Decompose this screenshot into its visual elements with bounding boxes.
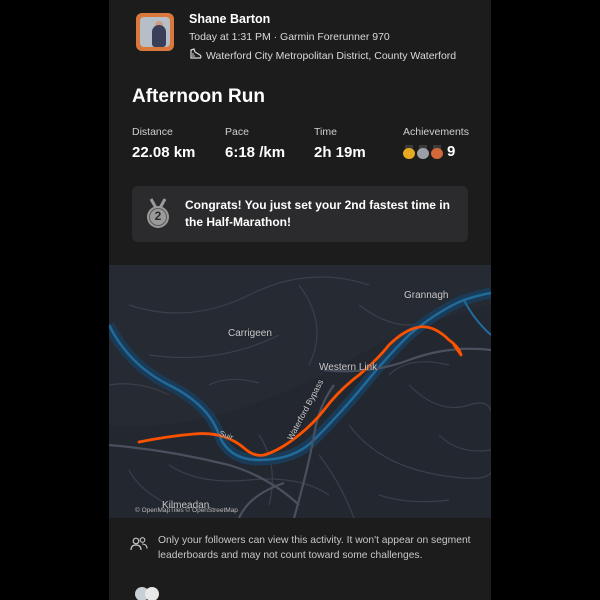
stat-label: Distance [132,126,173,138]
shoe-icon [189,48,202,63]
followers-icon [130,536,148,557]
map-label-carrigeen: Carrigeen [228,328,272,339]
activity-screen: Shane Barton Today at 1:31 PM · Garmin F… [109,0,491,600]
activity-title: Afternoon Run [132,86,265,107]
map-label-western-link: Western Link [319,362,378,373]
privacy-text: Only your followers can view this activi… [158,535,471,561]
activity-header: Shane Barton Today at 1:31 PM · Garmin F… [109,0,491,80]
athlete-name[interactable]: Shane Barton [189,12,270,26]
kudos-avatar-icon [145,587,159,600]
privacy-notice: Only your followers can view this activi… [109,518,491,582]
map-attribution[interactable]: © OpenMapTiles © OpenStreetMap [135,507,238,514]
congrats-banner[interactable]: 2 Congrats! You just set your 2nd fastes… [132,186,468,242]
stat-label: Achievements [403,126,469,138]
location: Waterford City Metropolitan District, Co… [189,48,456,63]
stat-label: Time [314,126,337,138]
map-label-grannagh: Grannagh [404,290,449,301]
stat-value: 6:18 /km [225,144,286,161]
stat-pace: Pace 6:18 /km [225,126,285,161]
medal-badge-icon: 2 [144,198,172,230]
stats-row: Distance 22.08 km Pace 6:18 /km Time 2h … [132,126,477,166]
avatar[interactable] [136,13,174,51]
silver-medal-icon [417,144,429,159]
activity-meta: Today at 1:31 PM · Garmin Forerunner 970 [189,31,390,43]
stat-distance: Distance 22.08 km [132,126,195,161]
congrats-text: Congrats! You just set your 2nd fastest … [185,198,450,229]
achievement-count: 9 [447,143,456,160]
map-canvas [109,265,491,518]
badge-number: 2 [154,209,162,223]
location-text: Waterford City Metropolitan District, Co… [206,49,457,62]
route-map[interactable]: Grannagh Carrigeen Western Link Suir Wat… [109,265,491,518]
stat-label: Pace [225,126,249,138]
bronze-medal-icon [431,144,443,159]
gold-medal-icon [403,144,415,159]
stat-time: Time 2h 19m [314,126,366,161]
stat-achievements[interactable]: Achievements 9 [403,126,469,160]
stat-value: 22.08 km [132,144,196,161]
stat-value: 2h 19m [314,144,366,161]
kudos-row[interactable] [109,582,491,600]
